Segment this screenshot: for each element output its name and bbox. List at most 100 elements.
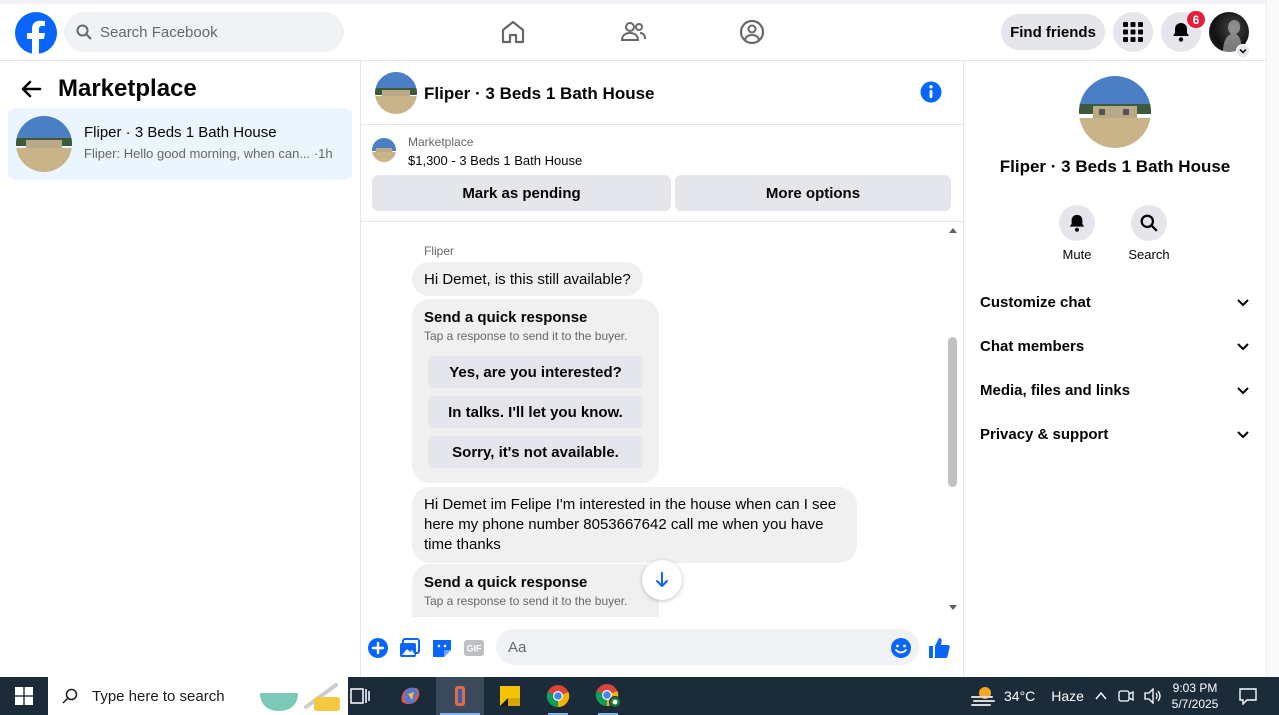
chevron-down-icon xyxy=(1237,343,1249,351)
customize-chat-row[interactable]: Customize chat xyxy=(980,286,1250,318)
chevron-down-icon xyxy=(1237,431,1249,439)
message-text: Hi Demet im Felipe I'm interested in the… xyxy=(424,496,837,553)
quick-response-card: Send a quick response Tap a response to … xyxy=(412,299,659,483)
privacy-support-row[interactable]: Privacy & support xyxy=(980,418,1250,450)
sender-name: Fliper xyxy=(424,244,455,258)
conversation-snippet: Fliper: Hello good morning, when can... … xyxy=(84,146,333,161)
sticky-notes-icon xyxy=(500,686,520,706)
taskbar-search-input[interactable]: Type here to search xyxy=(48,677,348,715)
listing-large-thumbnail xyxy=(1079,76,1151,148)
more-options-button[interactable]: More options xyxy=(675,175,951,211)
system-clock[interactable]: 9:03 PM 5/7/2025 xyxy=(1160,680,1230,712)
windows-taskbar: Type here to search 34°C Haze 9:03 PM 5/… xyxy=(0,677,1279,715)
conversation-title: Fliper · 3 Beds 1 Bath House xyxy=(84,124,277,141)
chat-panel: Fliper · 3 Beds 1 Bath House Marketplace… xyxy=(361,61,964,677)
emoji-icon[interactable] xyxy=(889,636,913,660)
clock-time: 9:03 PM xyxy=(1172,681,1218,695)
mute-label: Mute xyxy=(1062,247,1092,262)
windows-logo-icon xyxy=(15,687,33,705)
meet-now-icon[interactable] xyxy=(1118,688,1134,704)
task-view-icon xyxy=(350,688,370,704)
info-icon[interactable] xyxy=(919,80,943,104)
system-tray xyxy=(1094,677,1162,715)
chevron-up-icon[interactable] xyxy=(1094,689,1108,703)
mute-button[interactable]: Mute xyxy=(1047,205,1107,262)
svg-text:GIF: GIF xyxy=(467,644,483,654)
message-bubble: Hi Demet im Felipe I'm interested in the… xyxy=(412,487,857,563)
chrome-icon xyxy=(546,685,570,708)
scroll-to-bottom-button[interactable] xyxy=(642,560,682,600)
gif-icon[interactable]: GIF xyxy=(462,636,486,660)
chrome-app[interactable] xyxy=(534,677,582,715)
section-label: Media, files and links xyxy=(980,381,1131,399)
section-label: Customize chat xyxy=(980,293,1091,311)
message-composer: GIF Aa xyxy=(361,624,964,672)
message-input[interactable]: Aa xyxy=(496,629,919,665)
top-navigation-bar: Search Facebook Find friends 6 xyxy=(0,0,1266,61)
start-button[interactable] xyxy=(0,677,48,715)
section-label: Privacy & support xyxy=(980,425,1109,443)
sticker-icon[interactable] xyxy=(430,636,454,660)
grid-menu-icon xyxy=(1123,22,1143,42)
weather-widget[interactable]: 34°C Haze xyxy=(970,677,1084,715)
listing-thumbnail xyxy=(16,116,72,172)
sticky-notes-app[interactable] xyxy=(486,677,534,715)
chat-title[interactable]: Fliper · 3 Beds 1 Bath House xyxy=(424,84,655,104)
arrow-down-icon xyxy=(656,572,668,587)
page-scrollbar[interactable] xyxy=(1266,0,1279,677)
mark-as-pending-button[interactable]: Mark as pending xyxy=(372,175,671,211)
message-thread: Fliper Hi Demet, is this still available… xyxy=(361,222,964,617)
chrome-profile-app[interactable] xyxy=(584,677,632,715)
search-facebook-input[interactable]: Search Facebook xyxy=(64,12,344,52)
notification-center-button[interactable] xyxy=(1224,677,1272,715)
conversation-list-panel: Marketplace Fliper · 3 Beds 1 Bath House… xyxy=(0,61,361,677)
quick-response-card: Send a quick response Tap a response to … xyxy=(412,564,659,617)
details-title: Fliper · 3 Beds 1 Bath House xyxy=(999,157,1231,176)
photo-icon[interactable] xyxy=(398,636,422,660)
find-friends-button[interactable]: Find friends xyxy=(1001,14,1105,50)
listing-price-title[interactable]: $1,300 - 3 Beds 1 Bath House xyxy=(408,153,582,168)
chevron-down-icon xyxy=(1237,387,1249,395)
search-icon xyxy=(62,688,78,704)
search-highlight-icon xyxy=(260,683,340,711)
bell-icon xyxy=(1069,214,1085,232)
notification-count-badge: 6 xyxy=(1186,10,1206,29)
search-icon xyxy=(1140,214,1158,232)
groups-icon[interactable] xyxy=(738,18,766,46)
friends-icon[interactable] xyxy=(619,18,647,46)
quick-response-subtitle: Tap a response to send it to the buyer. xyxy=(424,329,628,343)
search-label: Search xyxy=(1128,247,1170,262)
back-arrow-icon[interactable] xyxy=(20,78,42,100)
plus-circle-icon[interactable] xyxy=(366,636,390,660)
facebook-logo[interactable] xyxy=(15,12,57,54)
menu-button[interactable] xyxy=(1113,12,1153,52)
account-chevron-icon[interactable] xyxy=(1236,44,1250,58)
weather-temperature: 34°C xyxy=(1004,688,1036,704)
active-app[interactable] xyxy=(436,677,484,715)
conversation-item[interactable]: Fliper · 3 Beds 1 Bath House Fliper: Hel… xyxy=(8,108,352,180)
quick-response-subtitle: Tap a response to send it to the buyer. xyxy=(424,594,628,608)
search-conversation-button[interactable]: Search xyxy=(1119,205,1179,262)
quick-response-option-not-available[interactable]: Sorry, it's not available. xyxy=(428,436,643,468)
chat-members-row[interactable]: Chat members xyxy=(980,330,1250,362)
chrome-icon xyxy=(595,684,621,708)
search-placeholder: Search Facebook xyxy=(100,23,218,41)
chat-scrollbar-thumb[interactable] xyxy=(948,337,957,487)
home-icon[interactable] xyxy=(499,18,527,46)
chat-avatar[interactable] xyxy=(375,72,417,114)
quick-response-title: Send a quick response xyxy=(424,309,588,326)
taskbar-search-placeholder: Type here to search xyxy=(92,687,225,705)
app-icon xyxy=(455,686,465,706)
quick-response-option-interested[interactable]: Yes, are you interested? xyxy=(428,356,643,388)
quick-response-option-in-talks[interactable]: In talks. I'll let you know. xyxy=(428,396,643,428)
section-label: Chat members xyxy=(980,337,1085,355)
media-files-links-row[interactable]: Media, files and links xyxy=(980,374,1250,406)
weather-description: Haze xyxy=(1051,688,1084,704)
thumbs-up-icon[interactable] xyxy=(927,636,951,660)
copilot-icon xyxy=(401,687,420,705)
copilot-app[interactable] xyxy=(386,677,434,715)
quick-response-title: Send a quick response xyxy=(424,574,588,591)
chevron-down-icon xyxy=(1237,299,1249,307)
task-view-button[interactable] xyxy=(336,677,384,715)
listing-kicker: Marketplace xyxy=(408,135,474,149)
